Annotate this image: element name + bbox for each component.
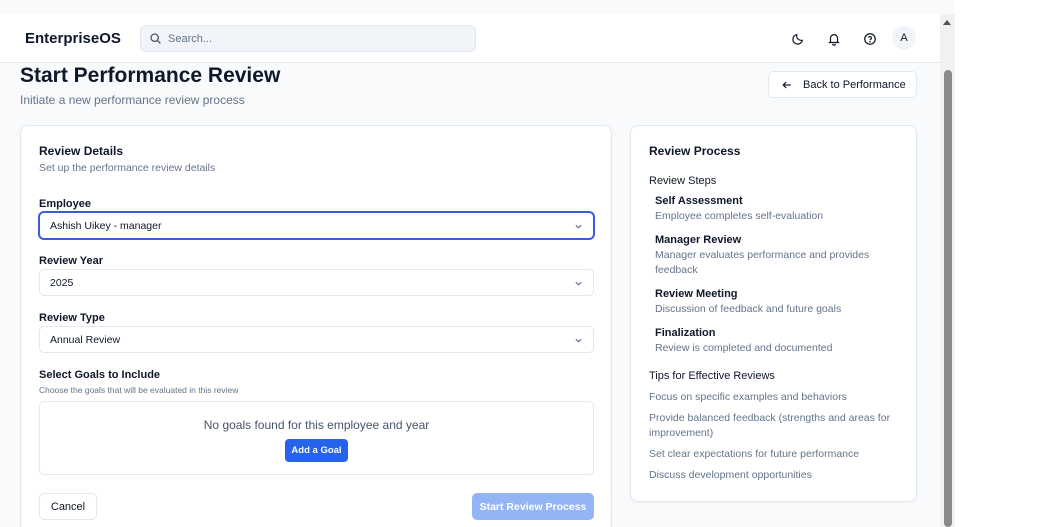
review-step: Finalization Review is completed and doc… <box>655 327 905 356</box>
review-details-subtitle: Set up the performance review details <box>39 162 216 174</box>
review-step-desc: Discussion of feedback and future goals <box>655 303 842 315</box>
review-step-title: Finalization <box>655 327 716 339</box>
goals-label: Select Goals to Include <box>39 369 161 381</box>
goals-empty-state: No goals found for this employee and yea… <box>39 401 594 475</box>
help-icon <box>864 33 876 45</box>
review-process-card: Review Process Review Steps Self Assessm… <box>630 125 917 502</box>
scroll-thumb[interactable] <box>944 70 952 527</box>
review-year-label: Review Year <box>39 255 104 267</box>
review-details-card: Review Details Set up the performance re… <box>20 125 612 527</box>
app-header: EnterpriseOS A <box>0 14 940 63</box>
tip-item: Provide balanced feedback (strengths and… <box>649 412 891 439</box>
help-button[interactable] <box>858 27 882 51</box>
review-step-desc: Review is completed and documented <box>655 342 833 354</box>
review-step-desc: Employee completes self-evaluation <box>655 210 824 222</box>
back-to-performance-button[interactable]: Back to Performance <box>768 71 917 98</box>
start-review-button[interactable]: Start Review Process <box>472 493 594 520</box>
chevron-down-icon <box>575 338 582 343</box>
review-year-value: 2025 <box>50 276 74 289</box>
review-year-select[interactable]: 2025 <box>39 269 594 296</box>
theme-toggle-button[interactable] <box>786 27 810 51</box>
chevron-down-icon <box>575 281 582 286</box>
blank-side-panel <box>955 0 1062 527</box>
search-bar[interactable] <box>140 25 476 52</box>
review-type-select[interactable]: Annual Review <box>39 326 594 353</box>
chevron-down-icon <box>575 224 582 229</box>
top-strip <box>0 0 940 14</box>
review-type-value: Annual Review <box>50 333 121 346</box>
scroll-up-arrow-icon[interactable] <box>943 20 951 25</box>
employee-select[interactable]: Ashish Uikey - manager <box>39 212 594 239</box>
page-subtitle: Initiate a new performance review proces… <box>20 93 245 107</box>
tip-item: Focus on specific examples and behaviors <box>649 391 847 403</box>
add-goal-button[interactable]: Add a Goal <box>285 439 348 462</box>
moon-icon <box>792 33 804 45</box>
review-details-title: Review Details <box>39 144 124 158</box>
employee-select-value: Ashish Uikey - manager <box>50 219 162 232</box>
employee-label: Employee <box>39 198 91 210</box>
tips-heading: Tips for Effective Reviews <box>649 370 775 382</box>
review-step-title: Manager Review <box>655 234 742 246</box>
tip-item: Discuss development opportunities <box>649 469 812 481</box>
page-title: Start Performance Review <box>20 64 281 87</box>
review-type-label: Review Type <box>39 312 105 324</box>
review-process-title: Review Process <box>649 144 741 158</box>
bell-icon <box>828 34 840 46</box>
review-step: Self Assessment Employee completes self-… <box>655 195 905 224</box>
page-scrollbar[interactable] <box>940 14 955 527</box>
notifications-button[interactable] <box>822 27 846 51</box>
tip-item: Set clear expectations for future perfor… <box>649 448 860 460</box>
review-step-title: Review Meeting <box>655 288 738 300</box>
cancel-button[interactable]: Cancel <box>39 493 97 520</box>
review-steps-heading: Review Steps <box>649 175 717 187</box>
search-input[interactable] <box>168 32 458 45</box>
review-step-desc: Manager evaluates performance and provid… <box>655 249 870 276</box>
arrow-left-icon <box>782 81 791 88</box>
app-logo[interactable]: EnterpriseOS <box>25 30 121 47</box>
user-avatar[interactable]: A <box>892 26 916 50</box>
review-step: Manager Review Manager evaluates perform… <box>655 234 895 278</box>
review-step-title: Self Assessment <box>655 195 743 207</box>
search-icon <box>150 33 161 44</box>
goals-hint: Choose the goals that will be evaluated … <box>39 385 239 395</box>
review-step: Review Meeting Discussion of feedback an… <box>655 288 905 317</box>
back-button-label: Back to Performance <box>803 78 906 91</box>
no-goals-message: No goals found for this employee and yea… <box>203 418 430 432</box>
